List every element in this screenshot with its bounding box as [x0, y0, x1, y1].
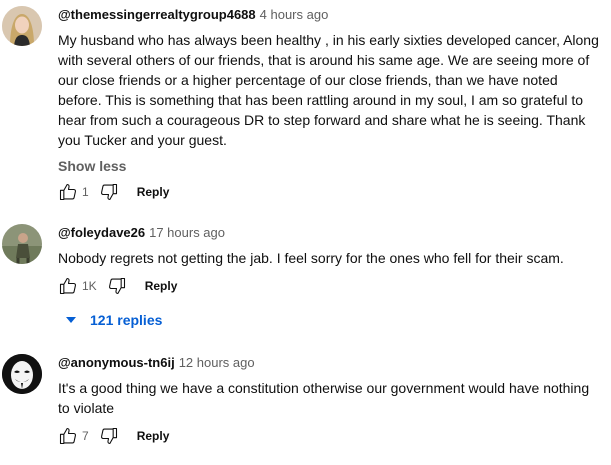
- timestamp[interactable]: 4 hours ago: [260, 7, 329, 22]
- show-less-button[interactable]: Show less: [58, 156, 601, 176]
- thumb-up-icon[interactable]: [58, 426, 78, 446]
- avatar[interactable]: [2, 224, 42, 264]
- comment-text: It's a good thing we have a constitution…: [58, 380, 590, 416]
- like-count: 1: [82, 185, 89, 199]
- comment-text: My husband who has always been healthy ,…: [58, 32, 599, 148]
- thumb-down-icon[interactable]: [107, 276, 127, 296]
- comment-header: @anonymous-tn6ij 12 hours ago: [58, 354, 601, 372]
- author-name[interactable]: @anonymous-tn6ij: [58, 355, 175, 370]
- reply-button[interactable]: Reply: [145, 279, 178, 293]
- avatar[interactable]: [2, 354, 42, 394]
- author-name[interactable]: @themessingerrealtygroup4688: [58, 7, 256, 22]
- comment-header: @themessingerrealtygroup4688 4 hours ago: [58, 6, 601, 24]
- comment-text: Nobody regrets not getting the jab. I fe…: [58, 250, 564, 266]
- comment-toolbar: 7 Reply: [58, 424, 169, 448]
- reply-button[interactable]: Reply: [137, 429, 170, 443]
- replies-count-label: 121 replies: [90, 312, 163, 328]
- comment-toolbar: 1 Reply: [58, 180, 169, 204]
- caret-down-icon: [66, 317, 76, 323]
- thumb-down-icon[interactable]: [99, 426, 119, 446]
- comment-toolbar: 1K Reply: [58, 274, 177, 298]
- author-name[interactable]: @foleydave26: [58, 225, 145, 240]
- comment-header: @foleydave26 17 hours ago: [58, 224, 601, 242]
- avatar[interactable]: [2, 6, 42, 46]
- thumb-up-icon[interactable]: [58, 182, 78, 202]
- like-count: 7: [82, 429, 89, 443]
- thumb-up-icon[interactable]: [58, 276, 78, 296]
- thumb-down-icon[interactable]: [99, 182, 119, 202]
- view-replies-button[interactable]: 121 replies: [66, 310, 162, 330]
- like-count: 1K: [82, 279, 97, 293]
- timestamp[interactable]: 17 hours ago: [149, 225, 225, 240]
- timestamp[interactable]: 12 hours ago: [179, 355, 255, 370]
- reply-button[interactable]: Reply: [137, 185, 170, 199]
